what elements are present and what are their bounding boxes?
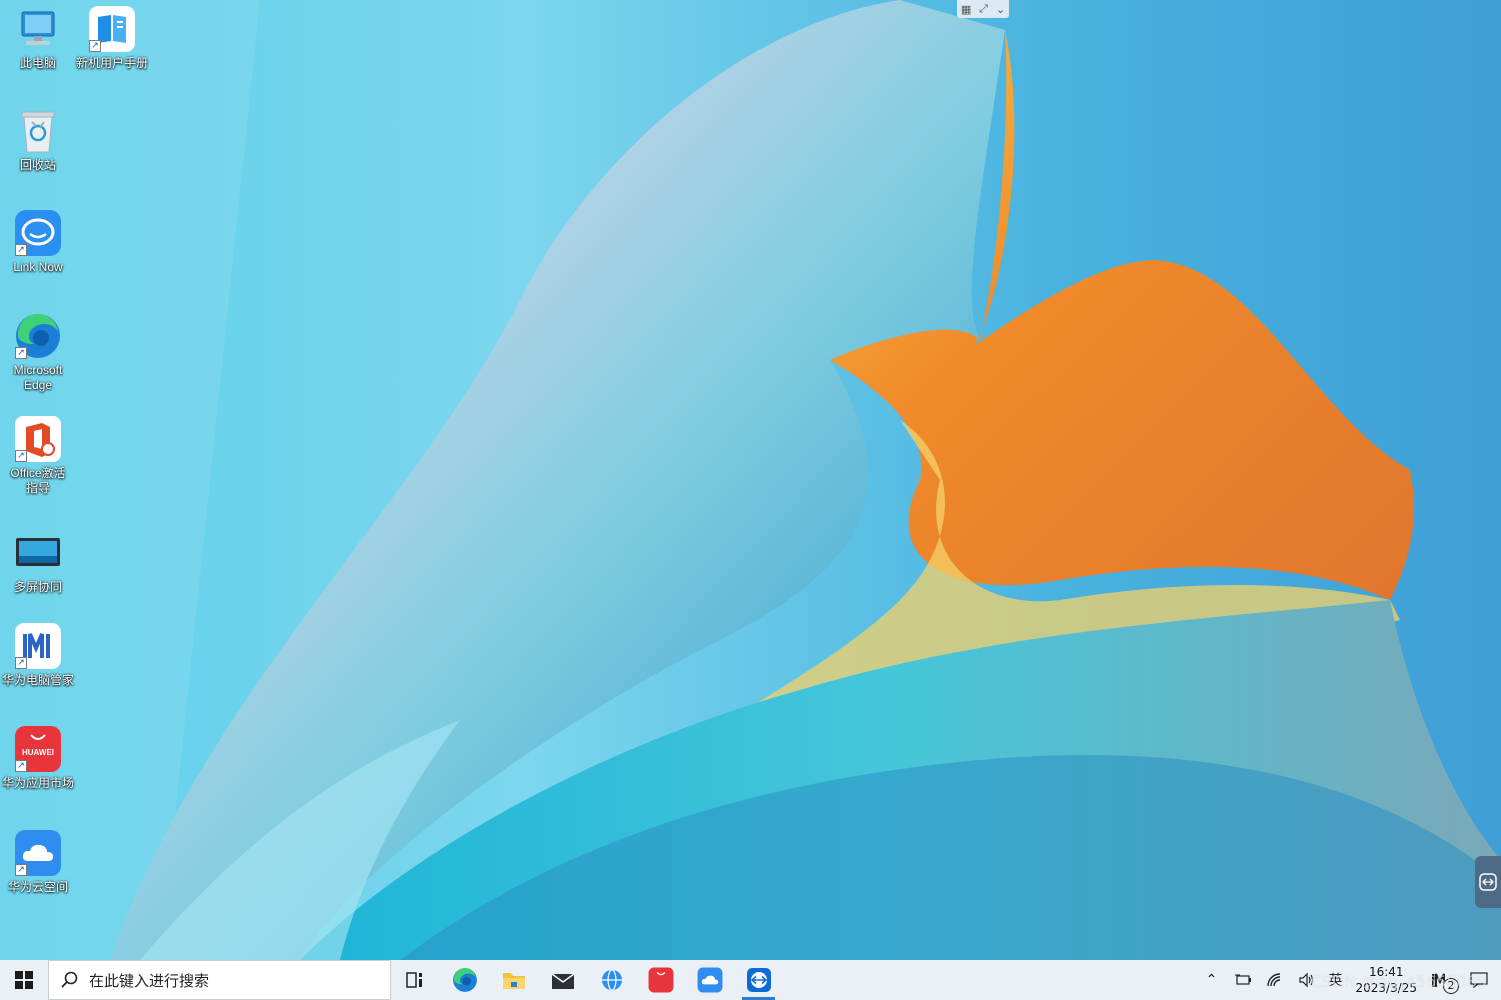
taskbar-task-view[interactable] bbox=[391, 960, 440, 1000]
globe-icon bbox=[601, 969, 622, 991]
chevron-up-icon: ⌃ bbox=[1205, 972, 1218, 988]
fullscreen-icon[interactable]: ⤢ bbox=[979, 2, 988, 16]
shortcut-arrow-icon: ↗ bbox=[15, 657, 27, 669]
taskbar-mail[interactable] bbox=[538, 960, 587, 1000]
multi-screen-icon bbox=[13, 528, 63, 578]
taskbar-appgallery[interactable] bbox=[636, 960, 685, 1000]
pc-manager-icon: ↗ bbox=[13, 621, 63, 671]
desktop-icon-recycle-bin[interactable]: 回收站 bbox=[0, 106, 76, 173]
search-icon bbox=[61, 971, 78, 988]
tray-battery[interactable] bbox=[1227, 960, 1259, 1000]
cloud-icon bbox=[697, 967, 722, 993]
desktop-icon-label: 华为电脑管家 bbox=[1, 673, 74, 687]
windows-logo-icon bbox=[15, 971, 33, 989]
tray-clock[interactable]: 16:41 2023/3/25 bbox=[1347, 960, 1425, 1000]
desktop-icon-appgallery[interactable]: HUAWEI ↗ 华为应用市场 bbox=[0, 724, 76, 791]
remote-toolbar[interactable]: ▦ ⤢ ⌄ bbox=[957, 0, 1009, 18]
appgallery-icon: HUAWEI ↗ bbox=[13, 724, 63, 774]
desktop-icon-label: 此电脑 bbox=[19, 56, 56, 70]
tray-ime[interactable]: 英 bbox=[1323, 960, 1347, 1000]
taskbar-browser[interactable] bbox=[587, 960, 636, 1000]
battery-plug-icon bbox=[1235, 974, 1252, 985]
desktop-icon-label: 华为云空间 bbox=[7, 880, 68, 894]
clock-date: 2023/3/25 bbox=[1355, 981, 1417, 995]
desktop-icon-cloud[interactable]: ↗ 华为云空间 bbox=[0, 828, 76, 895]
desktop-wallpaper bbox=[0, 0, 1501, 960]
desktop-icon-label: 多屏协同 bbox=[13, 580, 62, 594]
shortcut-arrow-icon: ↗ bbox=[15, 864, 27, 876]
mail-icon bbox=[551, 973, 574, 989]
shortcut-arrow-icon: ↗ bbox=[89, 40, 101, 52]
tray-network[interactable] bbox=[1259, 960, 1291, 1000]
clock-time: 16:41 bbox=[1368, 965, 1404, 979]
desktop-icon-link-now[interactable]: ↗ Link Now bbox=[0, 208, 76, 275]
wifi-icon bbox=[1267, 973, 1281, 987]
appgallery-icon bbox=[648, 967, 673, 993]
desktop-icon-office-activation[interactable]: ↗ Office激活 指导 bbox=[0, 414, 76, 496]
shortcut-arrow-icon: ↗ bbox=[15, 760, 27, 772]
teamviewer-side-tab[interactable] bbox=[1475, 856, 1501, 908]
taskbar-edge[interactable] bbox=[440, 960, 489, 1000]
recycle-bin-icon bbox=[13, 106, 63, 156]
shortcut-arrow-icon: ↗ bbox=[15, 450, 27, 462]
folder-icon bbox=[502, 973, 525, 989]
taskbar-teamviewer[interactable] bbox=[734, 960, 783, 1000]
computer-icon bbox=[13, 4, 63, 54]
desktop-icon-user-manual[interactable]: ↗ 新机用户手册 bbox=[74, 4, 150, 71]
start-button[interactable] bbox=[0, 960, 48, 1000]
office-icon: ↗ bbox=[13, 414, 63, 464]
cloud-icon: ↗ bbox=[13, 828, 63, 878]
desktop-icon-this-pc[interactable]: 此电脑 bbox=[0, 4, 76, 71]
desktop-icon-label: 华为应用市场 bbox=[1, 776, 74, 790]
taskbar-file-explorer[interactable] bbox=[489, 960, 538, 1000]
appgallery-brand-text: HUAWEI bbox=[22, 748, 54, 757]
notification-count-badge: 2 bbox=[1443, 978, 1459, 994]
task-view-icon bbox=[405, 972, 422, 988]
manual-book-icon: ↗ bbox=[87, 4, 137, 54]
taskbar: 在此键入进行搜索 ⌃ 英 16:41 2023/3/25 2 bbox=[0, 960, 1501, 1000]
desktop-icon-label: Microsoft Edge bbox=[13, 363, 63, 392]
shortcut-arrow-icon: ↗ bbox=[15, 244, 27, 256]
speaker-icon bbox=[1299, 972, 1314, 988]
desktop-icon-pc-manager[interactable]: ↗ 华为电脑管家 bbox=[0, 621, 76, 688]
tray-overflow-button[interactable]: ⌃ bbox=[1195, 960, 1227, 1000]
edge-icon bbox=[452, 968, 477, 992]
notification-icon bbox=[1470, 972, 1488, 988]
teamviewer-icon bbox=[1479, 873, 1497, 891]
edge-icon: ↗ bbox=[13, 311, 63, 361]
link-now-icon: ↗ bbox=[13, 208, 63, 258]
desktop-icon-multi-screen[interactable]: 多屏协同 bbox=[0, 528, 76, 595]
taskbar-search-box[interactable]: 在此键入进行搜索 bbox=[48, 960, 391, 1000]
system-tray: ⌃ 英 16:41 2023/3/25 2 bbox=[1195, 960, 1501, 1000]
chevron-down-icon[interactable]: ⌄ bbox=[996, 3, 1005, 16]
desktop-icon-label: Link Now bbox=[13, 260, 63, 274]
shortcut-arrow-icon: ↗ bbox=[15, 347, 27, 359]
desktop-icon-label: 新机用户手册 bbox=[75, 56, 148, 70]
desktop-icon-label: Office激活 指导 bbox=[10, 466, 66, 495]
search-placeholder: 在此键入进行搜索 bbox=[89, 972, 210, 990]
action-center-button[interactable] bbox=[1457, 960, 1501, 1000]
teamviewer-icon bbox=[746, 968, 771, 992]
tray-pc-manager[interactable]: 2 bbox=[1425, 960, 1459, 1000]
desktop-icon-edge[interactable]: ↗ Microsoft Edge bbox=[0, 311, 76, 393]
grid-icon[interactable]: ▦ bbox=[961, 3, 971, 16]
taskbar-cloud[interactable] bbox=[685, 960, 734, 1000]
tray-volume[interactable] bbox=[1291, 960, 1323, 1000]
desktop-icon-label: 回收站 bbox=[19, 158, 56, 172]
